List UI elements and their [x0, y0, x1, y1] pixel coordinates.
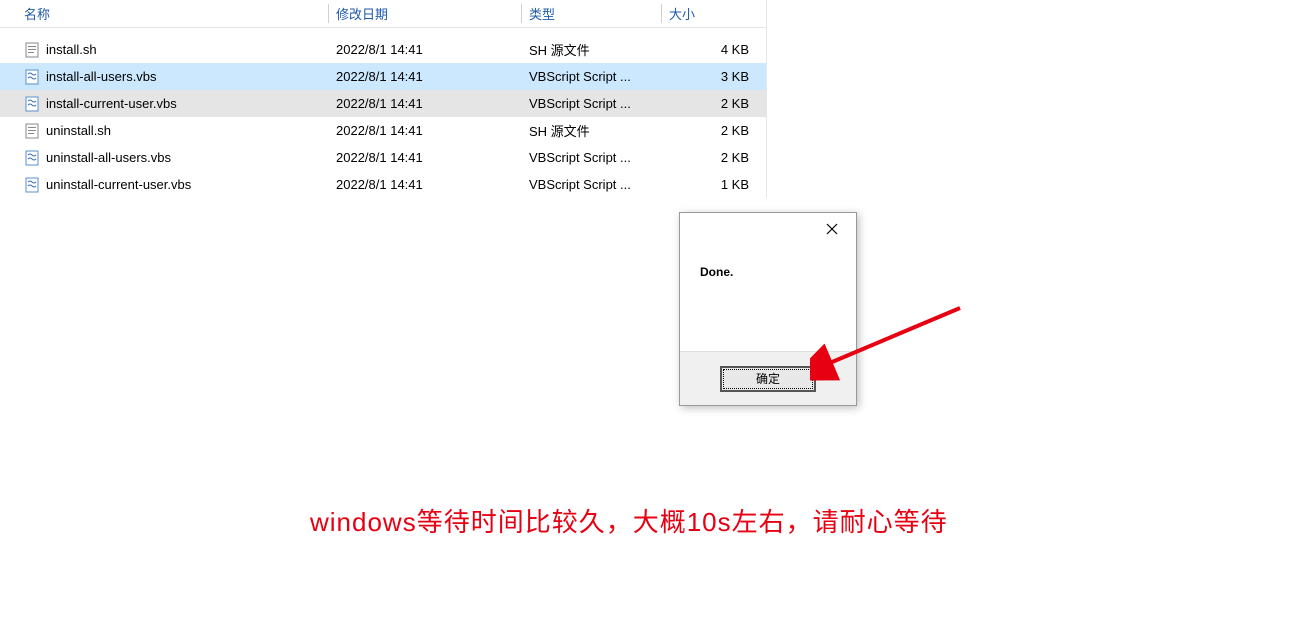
file-size: 2 KB: [661, 150, 761, 165]
file-type: VBScript Script ...: [521, 150, 661, 165]
file-date: 2022/8/1 14:41: [328, 177, 521, 192]
ok-button-label: 确定: [756, 370, 780, 387]
file-size: 3 KB: [661, 69, 761, 84]
file-type: VBScript Script ...: [521, 69, 661, 84]
file-size: 1 KB: [661, 177, 761, 192]
column-header-name[interactable]: 名称: [0, 0, 328, 27]
column-header-date[interactable]: 修改日期: [328, 0, 521, 27]
vbs-file-icon: [24, 150, 40, 166]
file-type: SH 源文件: [521, 121, 661, 140]
file-size: 4 KB: [661, 42, 761, 57]
column-header-type[interactable]: 类型: [521, 0, 661, 27]
file-explorer: 名称 修改日期 类型 大小 install.sh2022/8/1 14:41SH…: [0, 0, 767, 198]
file-size: 2 KB: [661, 96, 761, 111]
file-row[interactable]: install-current-user.vbs 2022/8/1 14:41VB…: [0, 90, 766, 117]
file-date: 2022/8/1 14:41: [328, 42, 521, 57]
file-size: 2 KB: [661, 123, 761, 138]
vbs-file-icon: [24, 177, 40, 193]
file-row[interactable]: uninstall-all-users.vbs 2022/8/1 14:41VBS…: [0, 144, 766, 171]
vbs-file-icon: [24, 96, 40, 112]
file-name: uninstall-all-users.vbs: [46, 150, 171, 165]
sh-file-icon: [24, 123, 40, 139]
file-name: uninstall.sh: [46, 123, 111, 138]
file-name: install.sh: [46, 42, 97, 57]
file-row[interactable]: install.sh 2022/8/1 14:41SH 源文件4 KB: [0, 36, 766, 63]
caption-text: windows等待时间比较久，大概10s左右，请耐心等待: [310, 502, 948, 539]
file-type: VBScript Script ...: [521, 96, 661, 111]
file-date: 2022/8/1 14:41: [328, 69, 521, 84]
column-header-size[interactable]: 大小: [661, 0, 761, 27]
file-date: 2022/8/1 14:41: [328, 96, 521, 111]
file-list: install.sh2022/8/1 14:41SH 源文件4 KBinstal…: [0, 28, 766, 198]
file-name: install-all-users.vbs: [46, 69, 157, 84]
dialog-message: Done.: [700, 265, 733, 279]
dialog-body: Done.: [680, 247, 856, 351]
column-header-row: 名称 修改日期 类型 大小: [0, 0, 766, 28]
message-dialog: Done. 确定: [679, 212, 857, 406]
file-type: SH 源文件: [521, 40, 661, 59]
file-name-cell: install-all-users.vbs: [0, 69, 328, 85]
close-icon: [826, 222, 838, 238]
file-row[interactable]: uninstall.sh 2022/8/1 14:41SH 源文件2 KB: [0, 117, 766, 144]
file-name-cell: install.sh: [0, 42, 328, 58]
ok-button[interactable]: 确定: [720, 366, 816, 392]
file-date: 2022/8/1 14:41: [328, 123, 521, 138]
file-name: install-current-user.vbs: [46, 96, 177, 111]
file-name-cell: uninstall.sh: [0, 123, 328, 139]
file-row[interactable]: install-all-users.vbs 2022/8/1 14:41VBScr…: [0, 63, 766, 90]
file-type: VBScript Script ...: [521, 177, 661, 192]
file-date: 2022/8/1 14:41: [328, 150, 521, 165]
dialog-titlebar: [680, 213, 856, 247]
close-button[interactable]: [812, 216, 852, 244]
file-name-cell: uninstall-current-user.vbs: [0, 177, 328, 193]
file-name-cell: uninstall-all-users.vbs: [0, 150, 328, 166]
dialog-footer: 确定: [680, 351, 856, 405]
file-name-cell: install-current-user.vbs: [0, 96, 328, 112]
file-row[interactable]: uninstall-current-user.vbs 2022/8/1 14:41…: [0, 171, 766, 198]
sh-file-icon: [24, 42, 40, 58]
vbs-file-icon: [24, 69, 40, 85]
file-name: uninstall-current-user.vbs: [46, 177, 191, 192]
